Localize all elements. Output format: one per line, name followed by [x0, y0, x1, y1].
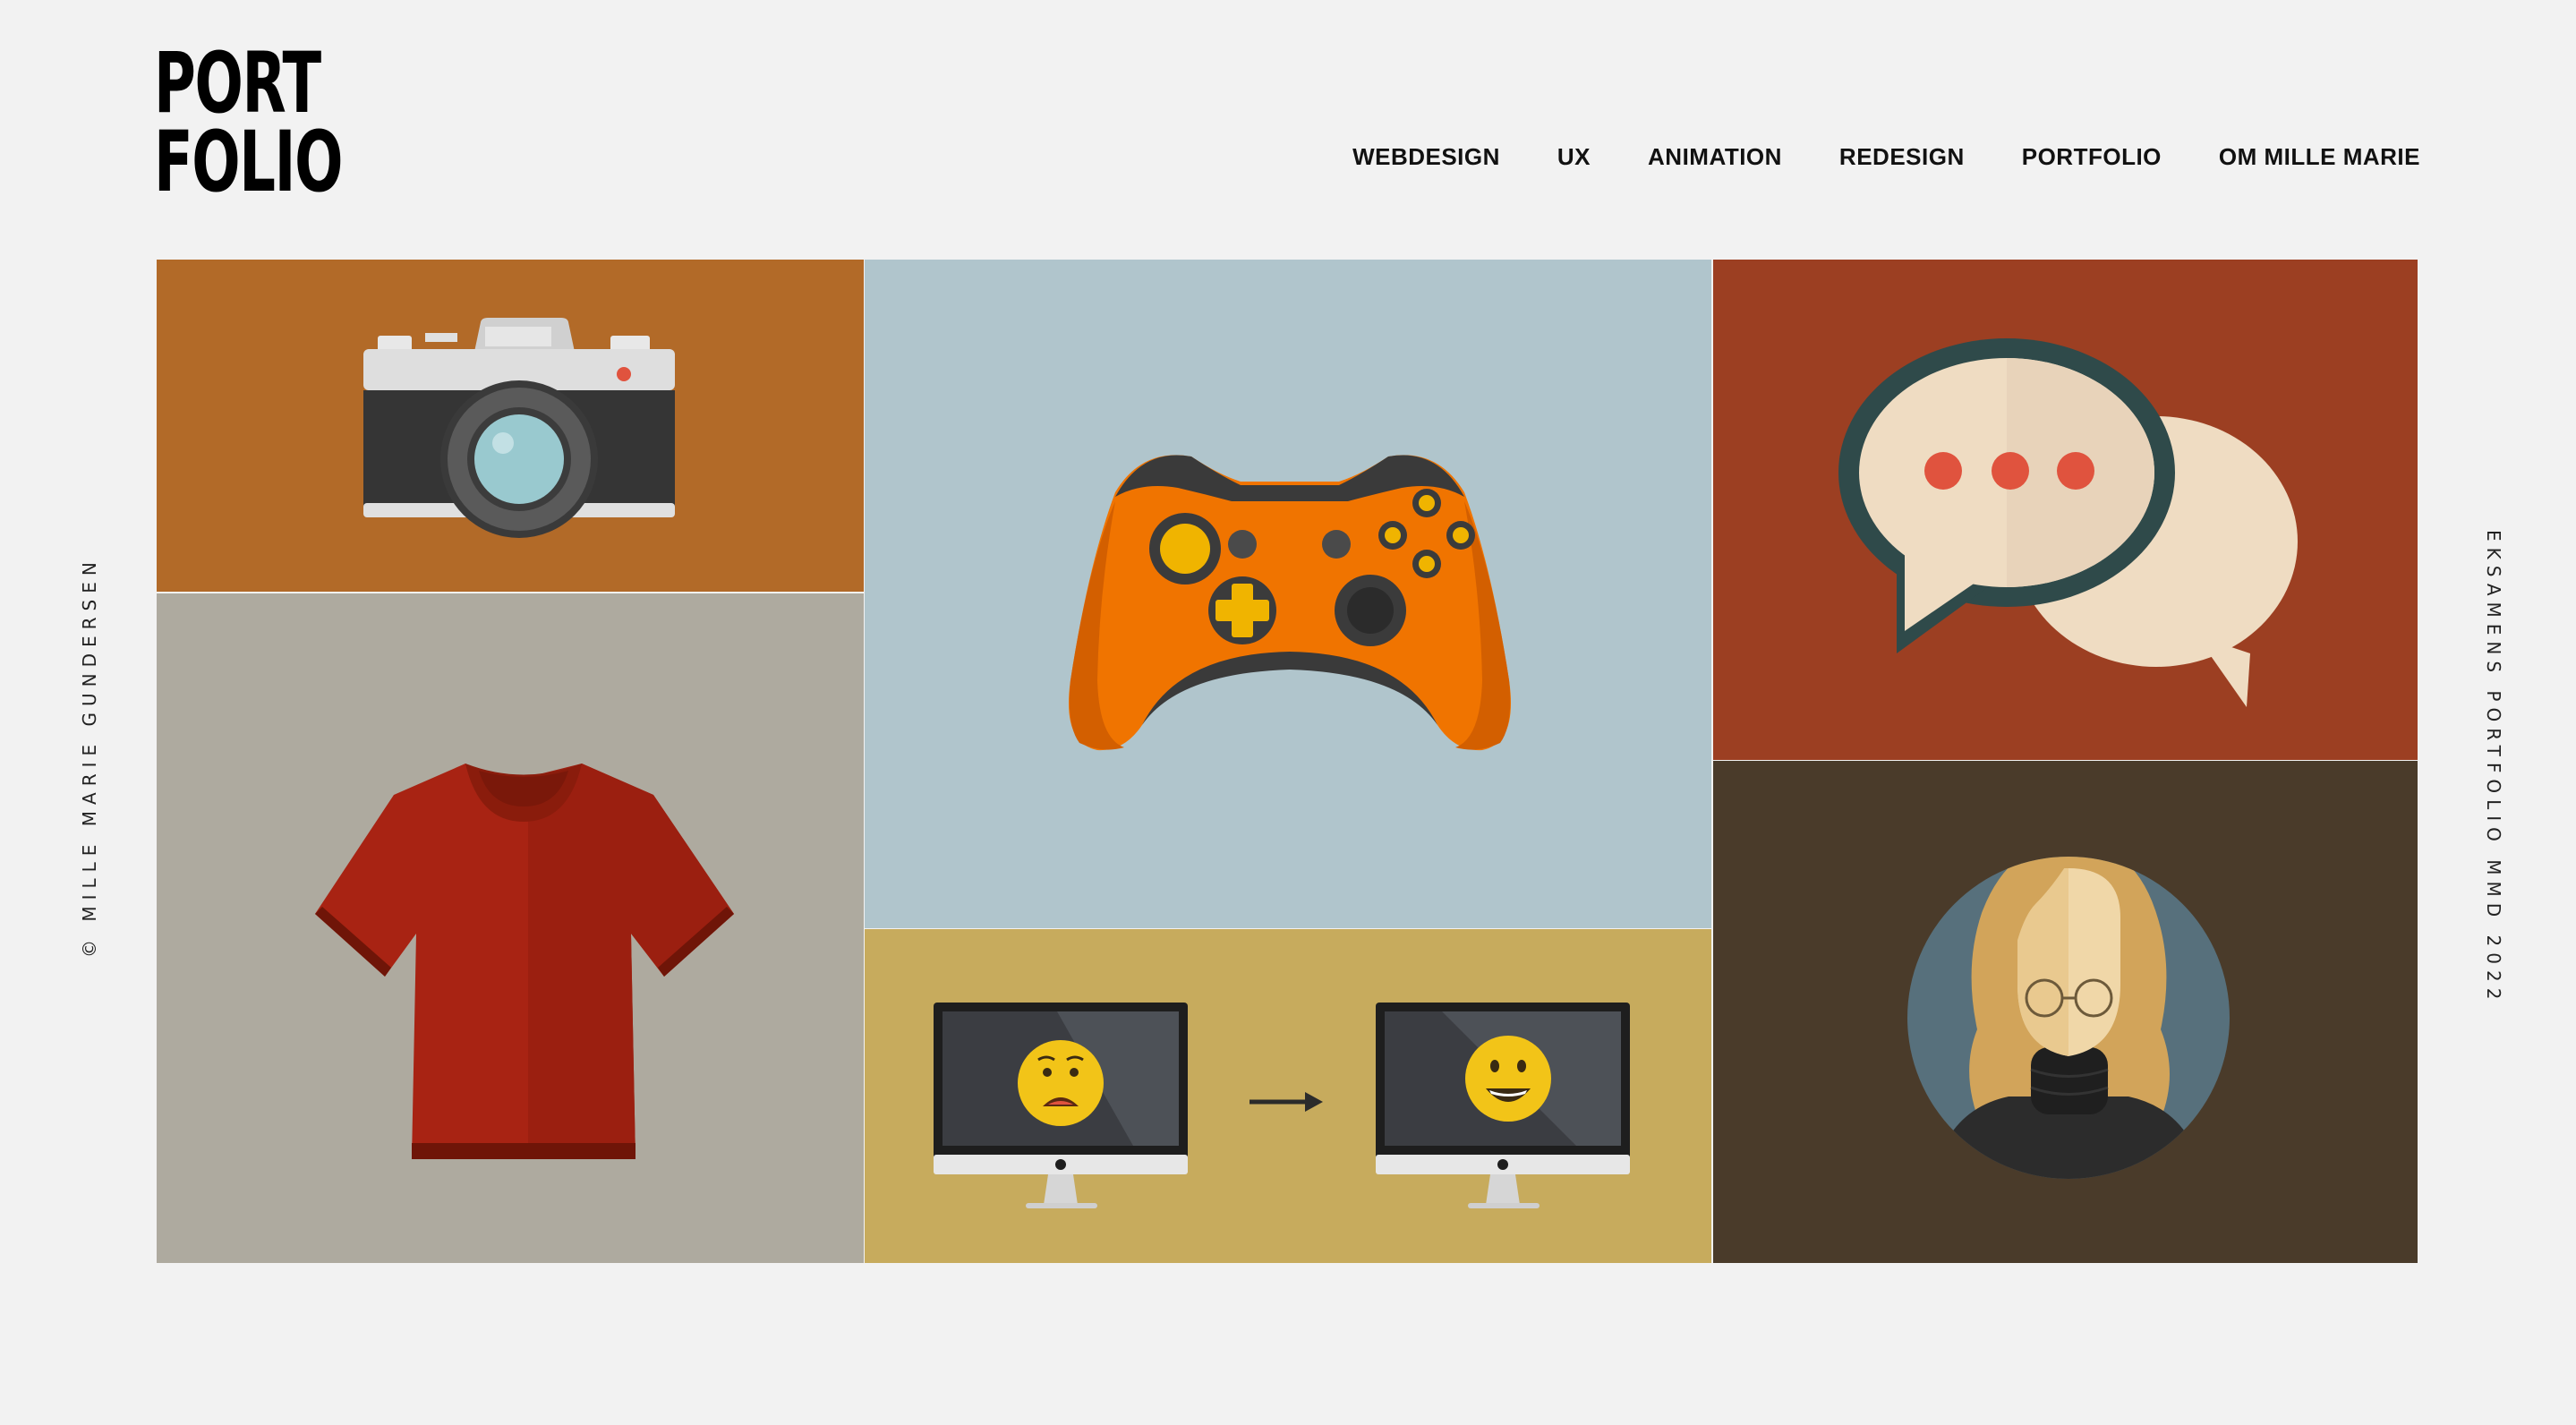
avatar-portrait-icon: [1907, 857, 2230, 1179]
logo[interactable]: PORT FOLIO: [154, 35, 343, 211]
chat-bubbles-icon: [1838, 338, 2298, 707]
tile-camera[interactable]: [157, 260, 864, 592]
monitor-sad-to-happy-icon: [934, 1003, 1630, 1208]
exam-vertical-text: EKSAMENS PORTFOLIO MMD 2022: [2483, 530, 2504, 1006]
tile-chat[interactable]: [1713, 260, 2418, 760]
tile-avatar[interactable]: [1713, 761, 2418, 1263]
logo-line-1: PORT: [154, 35, 321, 132]
main-nav: WEBDESIGN UX ANIMATION REDESIGN PORTFOLI…: [1352, 143, 2420, 171]
copyright-vertical-text: © MILLE MARIE GUNDERSEN: [79, 556, 100, 958]
nav-item-ux[interactable]: UX: [1557, 143, 1591, 171]
game-controller-icon: [1069, 455, 1511, 751]
logo-line-2: FOLIO: [154, 114, 343, 211]
nav-item-webdesign[interactable]: WEBDESIGN: [1352, 143, 1500, 171]
nav-item-redesign[interactable]: REDESIGN: [1839, 143, 1965, 171]
tile-monitor[interactable]: [865, 929, 1711, 1263]
nav-item-animation[interactable]: ANIMATION: [1648, 143, 1782, 171]
camera-icon: [363, 318, 675, 538]
nav-item-portfolio[interactable]: PORTFOLIO: [2022, 143, 2162, 171]
nav-item-om-mille-marie[interactable]: OM MILLE MARIE: [2219, 143, 2420, 171]
tile-game-controller[interactable]: [865, 260, 1711, 928]
tile-tshirt[interactable]: [157, 593, 864, 1263]
tshirt-icon: [315, 764, 734, 1159]
